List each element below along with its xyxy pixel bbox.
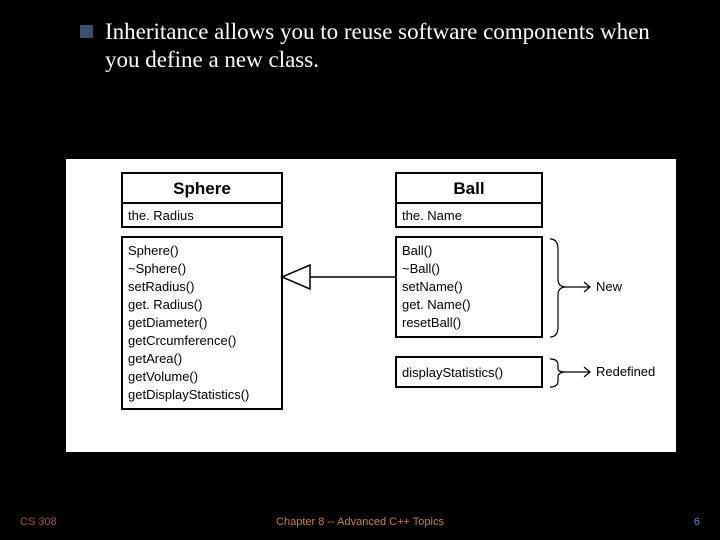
brace-redefined: Redefined bbox=[550, 359, 655, 387]
svg-text:displayStatistics(): displayStatistics() bbox=[402, 365, 503, 380]
svg-text:getDiameter(): getDiameter() bbox=[128, 315, 207, 330]
footer-page: 6 bbox=[473, 516, 700, 528]
svg-text:getCrcumference(): getCrcumference() bbox=[128, 333, 236, 348]
svg-text:~Ball(): ~Ball() bbox=[402, 261, 440, 276]
slide-footer: CS 308 Chapter 8 -- Advanced C++ Topics … bbox=[0, 516, 720, 528]
svg-text:Ball(): Ball() bbox=[402, 243, 432, 258]
body-text-block: Inheritance allows you to reuse software… bbox=[80, 18, 660, 73]
class-ball: Ball the. Name Ball() ~Ball() setName() … bbox=[396, 173, 542, 387]
svg-text:setName(): setName() bbox=[402, 279, 463, 294]
inheritance-arrow bbox=[282, 265, 396, 289]
annotation-new: New bbox=[596, 279, 623, 294]
class-ball-title: Ball bbox=[453, 179, 484, 198]
uml-diagram: Sphere the. Radius Sphere() ~Sphere() se… bbox=[66, 159, 676, 452]
svg-text:getDisplayStatistics(): getDisplayStatistics() bbox=[128, 387, 249, 402]
svg-text:getArea(): getArea() bbox=[128, 351, 182, 366]
annotation-redefined: Redefined bbox=[596, 364, 655, 379]
body-text: Inheritance allows you to reuse software… bbox=[105, 18, 660, 73]
svg-text:getVolume(): getVolume() bbox=[128, 369, 198, 384]
class-sphere-attr: the. Radius bbox=[128, 208, 194, 223]
svg-text:get. Name(): get. Name() bbox=[402, 297, 471, 312]
footer-chapter: Chapter 8 -- Advanced C++ Topics bbox=[247, 516, 474, 528]
footer-course: CS 308 bbox=[20, 516, 247, 528]
svg-text:resetBall(): resetBall() bbox=[402, 315, 461, 330]
brace-new: New bbox=[550, 239, 623, 337]
svg-text:Sphere(): Sphere() bbox=[128, 243, 179, 258]
class-sphere: Sphere the. Radius Sphere() ~Sphere() se… bbox=[122, 173, 282, 409]
class-sphere-title: Sphere bbox=[173, 179, 231, 198]
class-ball-attr: the. Name bbox=[402, 208, 462, 223]
svg-text:get. Radius(): get. Radius() bbox=[128, 297, 202, 312]
svg-text:~Sphere(): ~Sphere() bbox=[128, 261, 186, 276]
slide: Inheritance allows you to reuse software… bbox=[0, 0, 720, 540]
bullet-icon bbox=[80, 25, 93, 38]
svg-text:setRadius(): setRadius() bbox=[128, 279, 194, 294]
